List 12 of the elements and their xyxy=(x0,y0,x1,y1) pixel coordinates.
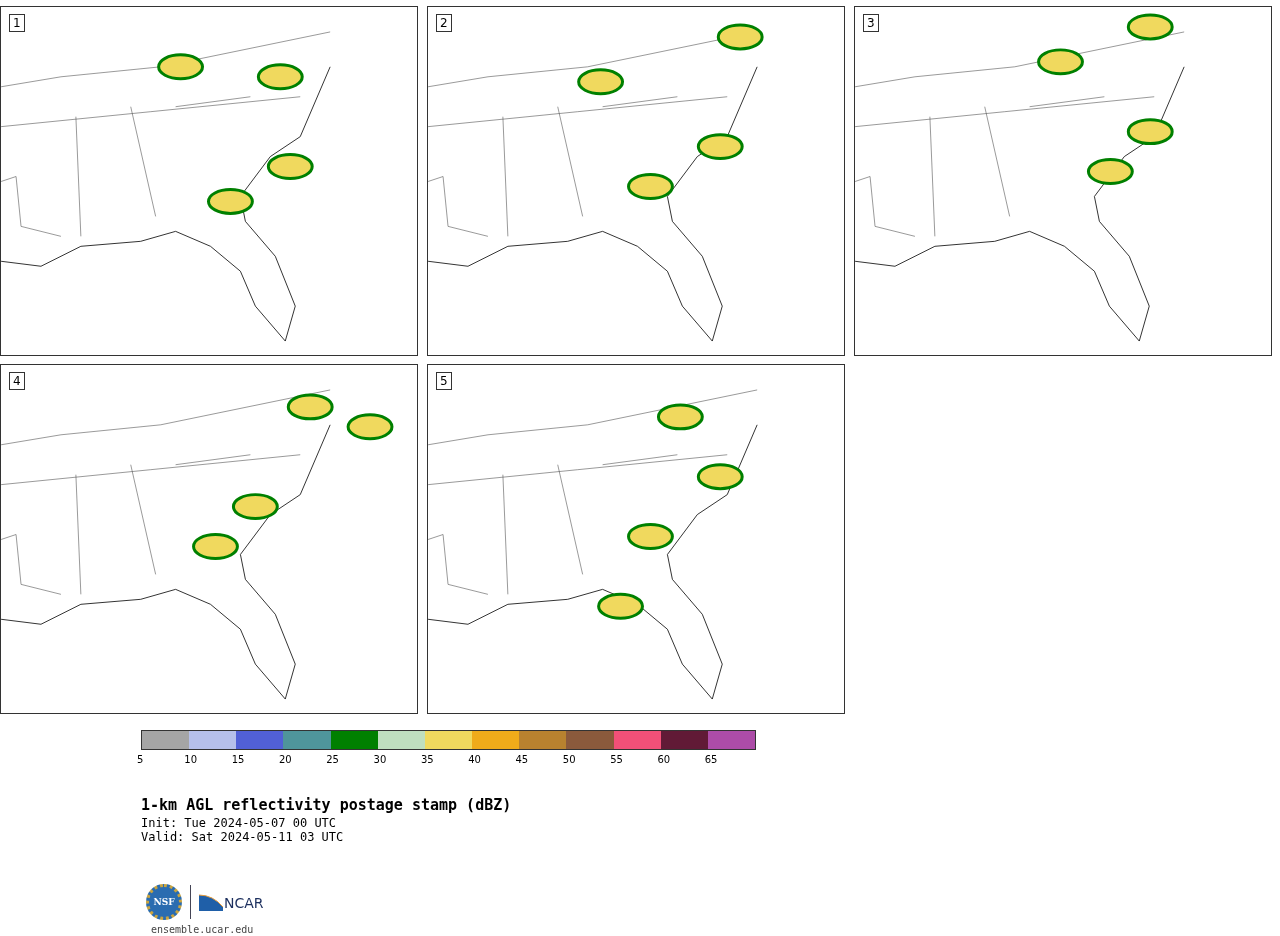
panel-number: 1 xyxy=(9,14,25,32)
panel-number: 2 xyxy=(436,14,452,32)
panel-number: 4 xyxy=(9,372,25,390)
website-url: ensemble.ucar.edu xyxy=(151,924,255,935)
chart-title: 1-km AGL reflectivity postage stamp (dBZ) xyxy=(141,796,513,814)
tick-label: 65 xyxy=(704,753,719,764)
nsf-logo: NSF xyxy=(146,884,182,920)
init-time: Init: Tue 2024-05-07 00 UTC xyxy=(141,816,338,830)
panel-number: 3 xyxy=(863,14,879,32)
valid-time: Valid: Sat 2024-05-11 03 UTC xyxy=(141,830,345,844)
ncar-logo: NCAR xyxy=(199,893,264,911)
panel-number: 5 xyxy=(436,372,452,390)
